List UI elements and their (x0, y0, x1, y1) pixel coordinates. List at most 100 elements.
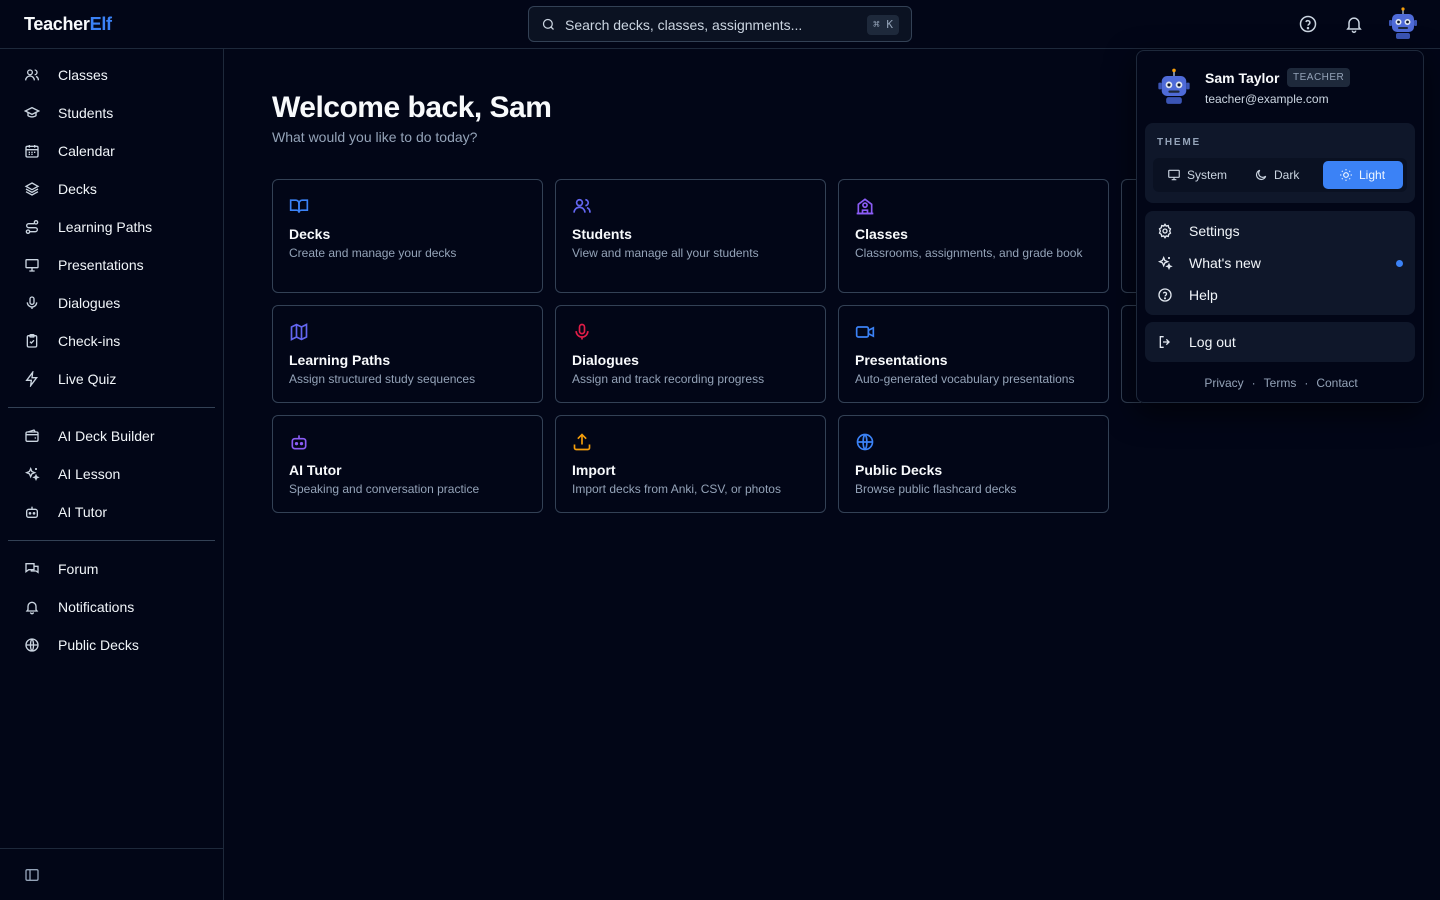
user-avatar[interactable] (1386, 6, 1420, 40)
sidebar-item-decks[interactable]: Decks (8, 172, 215, 206)
sidebar-item-label: Check-ins (58, 333, 121, 349)
help-icon[interactable] (1298, 14, 1318, 34)
user-menu: Sam Taylor TEACHER teacher@example.com T… (1136, 50, 1424, 403)
help-circle-icon (1157, 287, 1173, 303)
presentation-icon (24, 257, 40, 273)
sidebar-item-check-ins[interactable]: Check-ins (8, 324, 215, 358)
terms-link[interactable]: Terms (1264, 376, 1297, 390)
page-title: Welcome back, Sam (272, 91, 552, 124)
card-decks[interactable]: Decks Create and manage your decks (272, 179, 543, 293)
theme-switcher: System Dark Light (1153, 158, 1407, 192)
card-ai-tutor[interactable]: AI Tutor Speaking and conversation pract… (272, 415, 543, 513)
sidebar-item-presentations[interactable]: Presentations (8, 248, 215, 282)
sidebar-item-live-quiz[interactable]: Live Quiz (8, 362, 215, 396)
sparkles-icon (1157, 255, 1173, 271)
users-icon (572, 196, 592, 216)
top-bar: TeacherElf Search decks, classes, assign… (0, 0, 1440, 49)
contact-link[interactable]: Contact (1316, 376, 1357, 390)
calendar-icon (24, 143, 40, 159)
page-subtitle: What would you like to do today? (272, 129, 478, 145)
logout-icon (1157, 334, 1173, 350)
card-title: Presentations (855, 352, 948, 368)
clipboard-check-icon (24, 333, 40, 349)
theme-dark-button[interactable]: Dark (1240, 161, 1320, 189)
user-menu-items: Settings What's new Help (1145, 211, 1415, 315)
sidebar-item-ai-deck-builder[interactable]: AI Deck Builder (8, 419, 215, 453)
menu-item-label: Settings (1189, 223, 1240, 239)
card-title: Classes (855, 226, 908, 242)
card-import[interactable]: Import Import decks from Anki, CSV, or p… (555, 415, 826, 513)
sidebar-item-label: Dialogues (58, 295, 121, 311)
role-badge: TEACHER (1287, 68, 1351, 87)
sidebar-item-label: Live Quiz (58, 371, 117, 387)
globe-icon (24, 637, 40, 653)
moon-icon (1254, 168, 1268, 182)
user-name: Sam Taylor (1205, 70, 1280, 86)
bell-icon[interactable] (1344, 14, 1364, 34)
sidebar-item-public-decks[interactable]: Public Decks (8, 628, 215, 662)
sidebar-item-label: Students (58, 105, 114, 121)
brand-part-1: Teacher (24, 14, 90, 34)
user-email: teacher@example.com (1205, 92, 1329, 106)
card-title: Import (572, 462, 616, 478)
sidebar-item-learning-paths[interactable]: Learning Paths (8, 210, 215, 244)
theme-section: THEME System Dark Light (1145, 123, 1415, 203)
gear-icon (1157, 223, 1173, 239)
bell-icon (24, 599, 40, 615)
card-description: Assign and track recording progress (572, 372, 765, 386)
sidebar-item-label: AI Deck Builder (58, 428, 155, 444)
separator-dot: · (1251, 376, 1256, 390)
app-logo[interactable]: TeacherElf (24, 14, 112, 35)
lightning-icon (24, 371, 40, 387)
sidebar-divider (8, 540, 215, 541)
menu-item-help[interactable]: Help (1145, 279, 1415, 311)
card-students[interactable]: Students View and manage all your studen… (555, 179, 826, 293)
menu-item-whats-new[interactable]: What's new (1145, 247, 1415, 279)
unread-indicator (1396, 260, 1403, 267)
theme-system-button[interactable]: System (1155, 161, 1235, 189)
menu-item-settings[interactable]: Settings (1145, 215, 1415, 247)
sidebar-item-notifications[interactable]: Notifications (8, 590, 215, 624)
sidebar-item-students[interactable]: Students (8, 96, 215, 130)
microphone-icon (572, 322, 592, 342)
card-description: Import decks from Anki, CSV, or photos (572, 482, 781, 496)
sidebar-toggle-icon[interactable] (24, 867, 40, 883)
theme-label: THEME (1157, 137, 1201, 148)
sidebar-item-ai-tutor[interactable]: AI Tutor (8, 495, 215, 529)
card-description: Classrooms, assignments, and grade book (855, 246, 1083, 260)
sidebar-item-label: Forum (58, 561, 99, 577)
map-icon (289, 322, 309, 342)
sidebar-item-label: Decks (58, 181, 97, 197)
sidebar-item-label: Classes (58, 67, 108, 83)
chat-icon (24, 561, 40, 577)
sidebar-item-label: Calendar (58, 143, 115, 159)
search-icon (541, 17, 556, 32)
sidebar-footer (0, 848, 223, 900)
card-public-decks[interactable]: Public Decks Browse public flashcard dec… (838, 415, 1109, 513)
sidebar-item-dialogues[interactable]: Dialogues (8, 286, 215, 320)
route-icon (24, 219, 40, 235)
search-input[interactable]: Search decks, classes, assignments... ⌘ … (528, 6, 912, 42)
school-icon (855, 196, 875, 216)
logout-button[interactable]: Log out (1145, 322, 1415, 362)
card-description: View and manage all your students (572, 246, 759, 260)
card-classes[interactable]: Classes Classrooms, assignments, and gra… (838, 179, 1109, 293)
card-title: Students (572, 226, 632, 242)
card-presentations[interactable]: Presentations Auto-generated vocabulary … (838, 305, 1109, 403)
search-shortcut: ⌘ K (867, 15, 899, 35)
theme-light-button[interactable]: Light (1323, 161, 1403, 189)
upload-icon (572, 432, 592, 452)
sidebar-item-classes[interactable]: Classes (8, 58, 215, 92)
sidebar-item-forum[interactable]: Forum (8, 552, 215, 586)
privacy-link[interactable]: Privacy (1204, 376, 1243, 390)
card-title: Dialogues (572, 352, 639, 368)
sidebar-item-ai-lesson[interactable]: AI Lesson (8, 457, 215, 491)
robot-icon (24, 504, 40, 520)
menu-item-label: Help (1189, 287, 1218, 303)
layers-icon (24, 181, 40, 197)
sidebar-item-calendar[interactable]: Calendar (8, 134, 215, 168)
card-learning-paths[interactable]: Learning Paths Assign structured study s… (272, 305, 543, 403)
theme-option-label: Dark (1274, 168, 1300, 182)
card-dialogues[interactable]: Dialogues Assign and track recording pro… (555, 305, 826, 403)
book-open-icon (289, 196, 309, 216)
